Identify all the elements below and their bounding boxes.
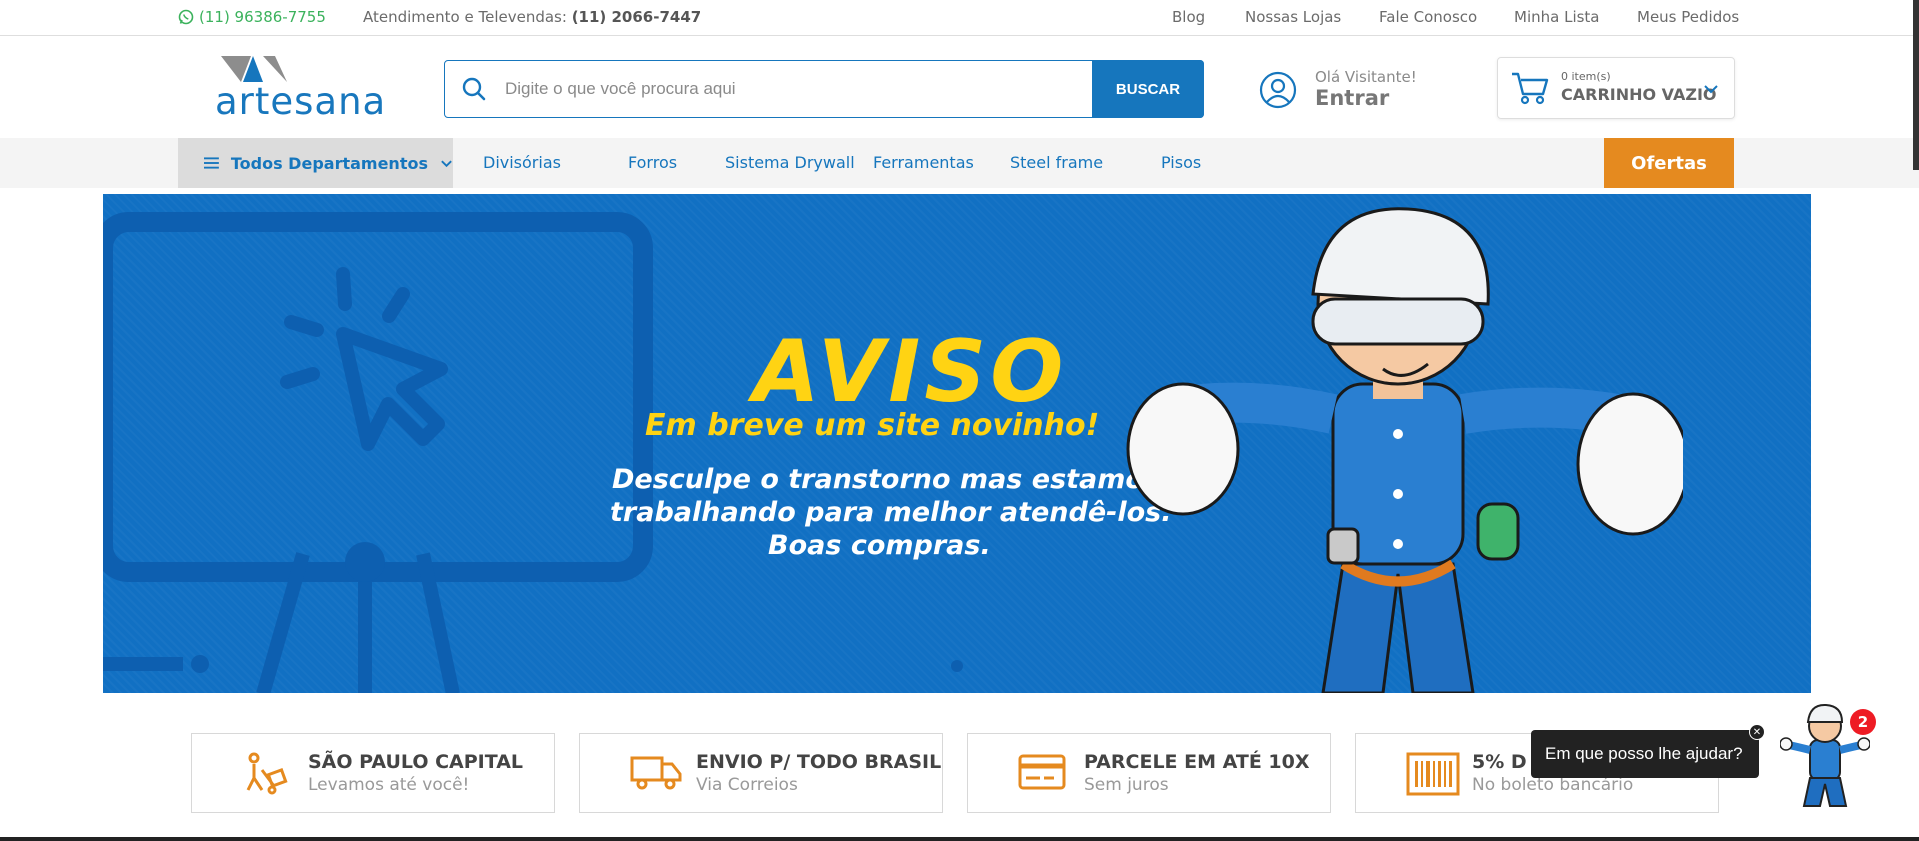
nav-item-ferramentas[interactable]: Ferramentas <box>873 153 974 172</box>
feature-parcele: PARCELE EM ATÉ 10X Sem juros <box>967 733 1331 813</box>
barcode-icon <box>1406 752 1460 796</box>
search-button[interactable]: BUSCAR <box>1092 60 1204 118</box>
feature-title: 5% D <box>1472 751 1527 773</box>
feature-envio: ENVIO P/ TODO BRASIL Via Correios <box>579 733 943 813</box>
chat-message: Em que posso lhe ajudar? <box>1545 744 1743 763</box>
attendance-info: Atendimento e Televendas: (11) 2066-7447 <box>363 8 701 26</box>
banner-title: AVISO <box>753 322 1068 422</box>
cart-widget[interactable]: 0 item(s) CARRINHO VAZIO <box>1497 57 1735 119</box>
hand-truck-icon <box>246 752 288 795</box>
top-bar: (11) 96386-7755 Atendimento e Televendas… <box>0 0 1919 36</box>
all-departments-label: Todos Departamentos <box>230 153 428 173</box>
main-nav: Todos Departamentos Divisórias Forros Si… <box>0 138 1919 188</box>
logo-text: artesana <box>215 80 387 123</box>
cart-icon <box>1512 72 1549 105</box>
account-login[interactable]: Olá Visitante! Entrar <box>1259 66 1429 116</box>
login-link[interactable]: Entrar <box>1315 86 1389 110</box>
whatsapp-link[interactable]: (11) 96386-7755 <box>178 8 326 26</box>
whatsapp-icon <box>178 9 194 25</box>
monitor-stand-graphic <box>103 542 460 693</box>
close-icon[interactable]: ✕ <box>1749 724 1765 740</box>
nav-item-pisos[interactable]: Pisos <box>1161 153 1201 172</box>
page-bottom-edge <box>0 837 1919 841</box>
search-input[interactable]: Digite o que você procura aqui <box>505 79 736 99</box>
attendance-label: Atendimento e Televendas: <box>363 8 567 26</box>
credit-card-icon <box>1018 754 1066 790</box>
offers-button[interactable]: Ofertas <box>1604 138 1734 188</box>
feature-title: SÃO PAULO CAPITAL <box>308 751 524 773</box>
contact-link[interactable]: Fale Conosco <box>1379 8 1477 26</box>
banner-line-1: Desculpe o transtorno mas estamos <box>612 464 1161 495</box>
cursor-click-icon <box>280 267 448 451</box>
chevron-down-icon <box>441 160 452 167</box>
banner-subtitle: Em breve um site novinho! <box>645 408 1100 443</box>
feature-title: ENVIO P/ TODO BRASIL <box>696 751 942 773</box>
search-bar: Digite o que você procura aqui BUSCAR <box>444 60 1204 118</box>
banner-line-3: Boas compras. <box>768 530 991 561</box>
stores-link[interactable]: Nossas Lojas <box>1245 8 1341 26</box>
nav-item-divisorias[interactable]: Divisórias <box>483 153 561 172</box>
nav-item-steel-frame[interactable]: Steel frame <box>1010 153 1103 172</box>
truck-icon <box>630 756 682 790</box>
nav-item-drywall[interactable]: Sistema Drywall <box>725 153 855 172</box>
feature-subtitle: Sem juros <box>1084 775 1169 795</box>
carousel-dot[interactable] <box>951 660 963 672</box>
header: artesana Digite o que você procura aqui … <box>0 36 1919 138</box>
hero-banner[interactable]: AVISO Em breve um site novinho! Desculpe… <box>103 194 1811 693</box>
feature-subtitle: Levamos até você! <box>308 775 470 795</box>
mascot-illustration <box>1126 207 1683 693</box>
attendance-phone: (11) 2066-7447 <box>571 8 702 26</box>
all-departments-menu[interactable]: Todos Departamentos <box>178 138 453 188</box>
hamburger-icon <box>204 157 219 169</box>
whatsapp-number: (11) 96386-7755 <box>199 8 326 26</box>
user-icon <box>1259 71 1297 109</box>
feature-sao-paulo: SÃO PAULO CAPITAL Levamos até você! <box>191 733 555 813</box>
chevron-down-icon <box>1704 85 1718 94</box>
feature-subtitle: No boleto bancário <box>1472 775 1634 795</box>
logo[interactable]: artesana <box>215 54 385 123</box>
orders-link[interactable]: Meus Pedidos <box>1637 8 1739 26</box>
scrollbar-thumb[interactable] <box>1913 0 1919 170</box>
visitor-greeting: Olá Visitante! <box>1315 68 1417 86</box>
feature-title: PARCELE EM ATÉ 10X <box>1084 751 1310 773</box>
banner-line-2: trabalhando para melhor atendê-los. <box>610 497 1172 528</box>
notification-badge: 2 <box>1850 709 1876 735</box>
cart-item-count: 0 item(s) <box>1561 70 1611 83</box>
blog-link[interactable]: Blog <box>1172 8 1205 26</box>
nav-item-forros[interactable]: Forros <box>628 153 677 172</box>
wishlist-link[interactable]: Minha Lista <box>1514 8 1600 26</box>
feature-subtitle: Via Correios <box>696 775 798 795</box>
chat-bubble[interactable]: Em que posso lhe ajudar? ✕ <box>1531 724 1765 778</box>
cart-status: CARRINHO VAZIO <box>1561 85 1717 104</box>
search-icon <box>462 77 486 101</box>
